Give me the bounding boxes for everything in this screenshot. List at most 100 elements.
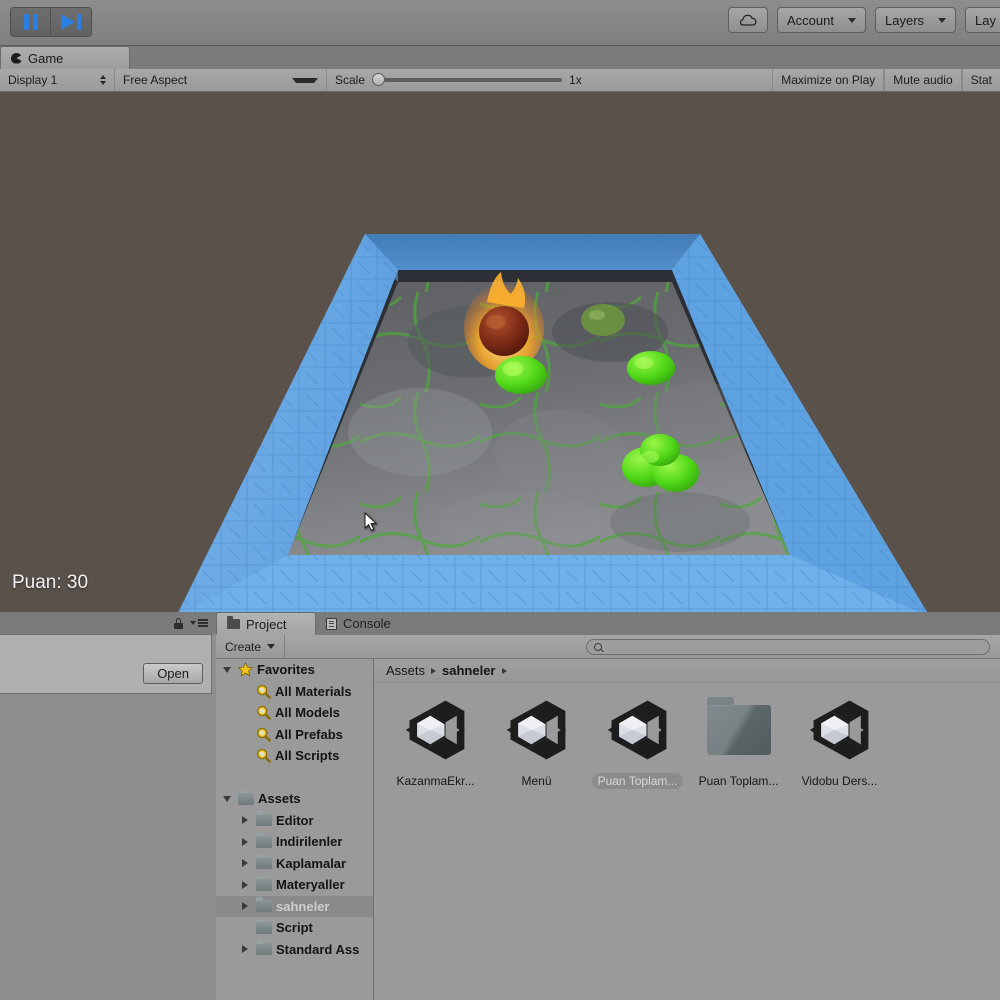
asset-tile[interactable]: Puan Toplam... [587, 693, 688, 811]
aspect-ratio-dropdown[interactable]: Free Aspect [115, 69, 327, 91]
search-icon [256, 748, 271, 763]
enemy-blob [581, 304, 625, 336]
account-label: Account [787, 12, 834, 28]
tab-console[interactable]: Console [316, 612, 416, 635]
tree-item-assets[interactable]: Assets [216, 788, 373, 810]
chevron-right-icon[interactable] [238, 880, 252, 889]
tree-item-script[interactable]: Script [216, 917, 373, 939]
asset-tile[interactable]: KazanmaEkr... [385, 693, 486, 811]
tree-item-standard-ass[interactable]: Standard Ass [216, 939, 373, 961]
search-input[interactable] [607, 640, 982, 653]
chevron-down-icon [848, 17, 856, 23]
tree-item-all-models[interactable]: All Models [216, 702, 373, 724]
enemy-blob [495, 356, 547, 394]
mouse-cursor-icon [364, 512, 378, 532]
main-toolbar: Account Layers Lay [0, 0, 1000, 46]
chevron-right-icon[interactable] [238, 859, 252, 868]
inspector-panel: Open [0, 612, 216, 1000]
chevron-right-icon [501, 667, 507, 674]
open-button[interactable]: Open [143, 663, 203, 684]
folder-icon [256, 811, 272, 827]
stats-toggle[interactable]: Stat [961, 69, 1000, 91]
tab-game[interactable]: Game [0, 46, 130, 69]
layers-dropdown[interactable]: Layers [875, 7, 957, 33]
breadcrumb-item[interactable]: sahneler [442, 663, 495, 678]
create-label: Create [225, 639, 262, 654]
project-toolbar: Create [216, 634, 1000, 659]
game-pacman-icon [11, 52, 22, 64]
asset-tile[interactable]: Puan Toplam... [688, 693, 789, 811]
project-search-field[interactable] [586, 638, 990, 655]
tree-item-materyaller[interactable]: Materyaller [216, 874, 373, 896]
game-scene-3d [0, 92, 1000, 612]
display-dropdown[interactable]: Display 1 [0, 69, 115, 91]
star-icon [237, 662, 254, 677]
asset-tile-label: Puan Toplam... [591, 773, 684, 789]
tree-item-editor[interactable]: Editor [216, 810, 373, 832]
toolbar-right-group: Account Layers Lay [728, 7, 1000, 33]
maximize-on-play-toggle[interactable]: Maximize on Play [772, 69, 885, 91]
score-label: Puan: 30 [12, 572, 89, 593]
updown-arrows-icon [82, 75, 106, 85]
tree-item-label: All Scripts [275, 748, 340, 764]
folder-icon [702, 693, 776, 767]
playback-controls [10, 7, 92, 37]
inspector-header [0, 612, 216, 634]
maximize-label: Maximize on Play [781, 73, 876, 87]
breadcrumb-item[interactable]: Assets [386, 663, 425, 678]
layers-label: Layers [885, 12, 925, 28]
chevron-right-icon[interactable] [238, 837, 252, 846]
search-icon [256, 705, 271, 720]
tree-item-label: All Prefabs [275, 726, 343, 742]
tree-item-all-scripts[interactable]: All Scripts [216, 745, 373, 767]
scale-slider-knob[interactable] [372, 73, 386, 86]
chevron-right-icon[interactable] [238, 902, 252, 911]
tree-item-label: Kaplamalar [276, 855, 347, 871]
scale-slider-group[interactable]: Scale 1x [327, 69, 590, 91]
lock-icon[interactable] [174, 617, 183, 629]
cloud-button[interactable] [728, 7, 769, 33]
tree-item-favorites[interactable]: Favorites [216, 659, 373, 681]
asset-grid[interactable]: KazanmaEkr... Menü Puan Toplam... Puan Topl… [375, 683, 1000, 1000]
mute-audio-toggle[interactable]: Mute audio [884, 69, 962, 91]
mute-label: Mute audio [893, 73, 953, 87]
tree-item-sahneler[interactable]: sahneler [216, 895, 373, 917]
tree-item-kaplamalar[interactable]: Kaplamalar [216, 853, 373, 875]
layout-label: Lay [975, 12, 996, 28]
pause-icon [23, 14, 38, 30]
tree-item-all-materials[interactable]: All Materials [216, 681, 373, 703]
unity-scene-icon [601, 693, 675, 767]
account-dropdown[interactable]: Account [777, 7, 866, 33]
aspect-label: Free Aspect [123, 73, 188, 87]
tree-item-all-prefabs[interactable]: All Prefabs [216, 724, 373, 746]
search-icon [594, 642, 602, 651]
asset-tile-label: Vidobu Ders... [801, 774, 878, 788]
chevron-right-icon[interactable] [238, 945, 252, 954]
tree-item-indirilenler[interactable]: Indirilenler [216, 831, 373, 853]
stats-label: Stat [970, 73, 992, 87]
create-button[interactable]: Create [216, 634, 286, 659]
chevron-right-icon[interactable] [238, 816, 252, 825]
asset-tile[interactable]: Menü [486, 693, 587, 811]
step-button[interactable] [51, 8, 91, 36]
chevron-right-icon [431, 667, 437, 674]
chevron-down-icon [292, 77, 318, 83]
game-render-surface[interactable]: Puan: 30 [0, 92, 1000, 612]
unity-scene-icon [500, 693, 574, 767]
folder-icon [256, 897, 272, 913]
hamburger-menu-icon[interactable] [190, 619, 208, 627]
scale-slider[interactable] [372, 73, 563, 86]
chevron-down-icon[interactable] [220, 666, 234, 673]
layout-dropdown[interactable]: Lay [965, 7, 1000, 33]
scale-value: 1x [569, 73, 582, 87]
project-tree[interactable]: Favorites All Materials All Models All Pref… [216, 659, 374, 1000]
tree-item-label: Assets [258, 791, 301, 807]
asset-tile[interactable]: Vidobu Ders... [789, 693, 890, 811]
tree-item-label: Script [276, 920, 313, 936]
project-panel: Project Console Create Favorites All Mate… [216, 612, 1000, 1000]
game-tabstrip: Game [0, 46, 1000, 69]
pause-button[interactable] [11, 8, 51, 36]
tab-project[interactable]: Project [216, 612, 316, 635]
chevron-down-icon[interactable] [220, 795, 234, 802]
